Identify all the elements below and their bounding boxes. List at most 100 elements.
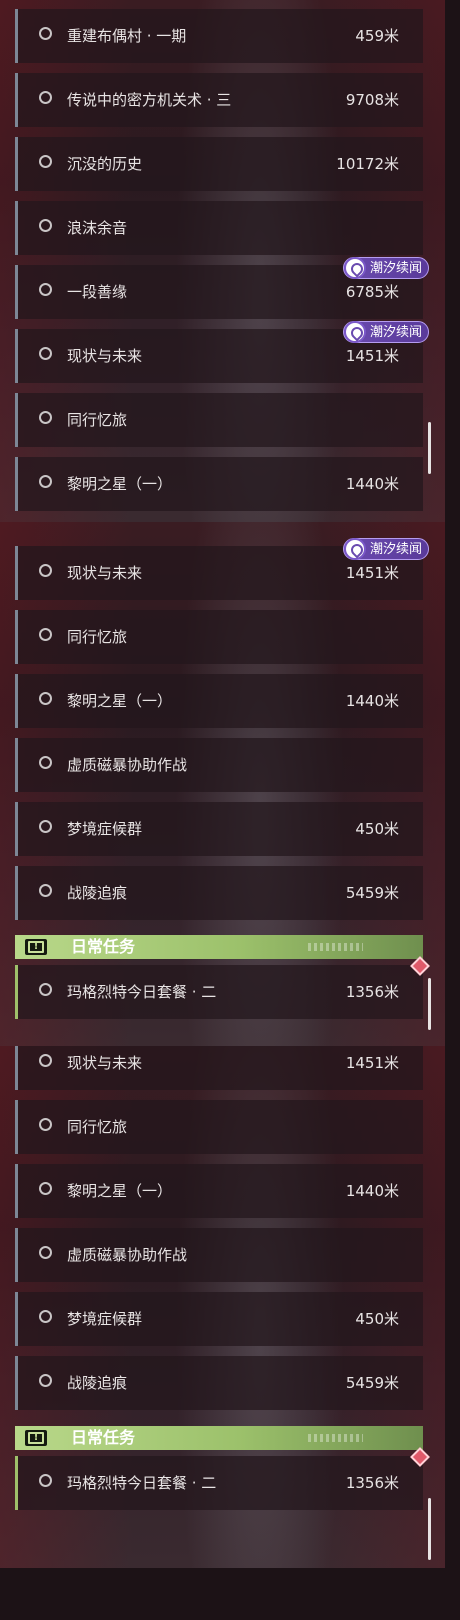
quest-row[interactable]: 黎明之星（一） 1440米 (15, 1164, 423, 1218)
quest-distance: 1440米 (345, 1182, 399, 1200)
quest-name: 现状与未来 (67, 564, 143, 582)
radio-circle-icon[interactable] (39, 283, 52, 296)
quest-name: 现状与未来 (67, 347, 143, 365)
radio-circle-icon[interactable] (39, 347, 52, 360)
badge-label: 潮汐续闻 (369, 261, 422, 276)
quest-distance: 9708米 (345, 91, 399, 109)
header-decoration (308, 943, 363, 951)
quest-name: 黎明之星（一） (67, 475, 173, 493)
quest-row[interactable]: 虚质磁暴协助作战 (15, 1228, 423, 1282)
radio-circle-icon[interactable] (39, 1054, 52, 1067)
radio-circle-icon[interactable] (39, 1246, 52, 1259)
quest-distance: 1440米 (345, 475, 399, 493)
quest-row[interactable]: 同行忆旅 (15, 1100, 423, 1154)
quest-row[interactable]: 现状与未来 1451米 (15, 1046, 423, 1090)
badge-label: 潮汐续闻 (369, 325, 422, 340)
quest-row[interactable]: 梦境症候群 450米 (15, 1292, 423, 1346)
radio-circle-icon[interactable] (39, 155, 52, 168)
quest-distance: 450米 (355, 1310, 399, 1328)
header-decoration (308, 1434, 363, 1442)
daily-quest-title: 日常任务 (71, 937, 136, 956)
quest-distance: 1451米 (345, 1054, 399, 1072)
tidal-feather-icon (343, 321, 366, 343)
radio-circle-icon[interactable] (39, 756, 52, 769)
daily-quest-header[interactable]: 日常任务 (15, 935, 423, 959)
quest-row[interactable]: 黎明之星（一） 1440米 (15, 457, 423, 511)
quest-distance: 1356米 (345, 1474, 399, 1492)
quest-name: 黎明之星（一） (67, 692, 173, 710)
quest-row[interactable]: 现状与未来 1451米 潮汐续闻 (15, 538, 429, 600)
scrollbar[interactable] (428, 1498, 431, 1560)
quest-name: 玛格烈特今日套餐 · 二 (67, 1474, 217, 1492)
radio-circle-icon[interactable] (39, 820, 52, 833)
quest-name: 同行忆旅 (67, 411, 128, 429)
quest-row[interactable]: 战陵追痕 5459米 (15, 1356, 423, 1410)
quest-name: 玛格烈特今日套餐 · 二 (67, 983, 217, 1001)
radio-circle-icon[interactable] (39, 91, 52, 104)
quest-name: 黎明之星（一） (67, 1182, 173, 1200)
radio-circle-icon[interactable] (39, 564, 52, 577)
quest-row[interactable]: 同行忆旅 (15, 393, 423, 447)
daily-quest-row[interactable]: 玛格烈特今日套餐 · 二 1356米 (15, 956, 430, 1019)
quest-row[interactable]: 沉没的历史 10172米 (15, 137, 423, 191)
quest-row[interactable]: 现状与未来 1451米 潮汐续闻 (15, 321, 429, 383)
radio-circle-icon[interactable] (39, 1182, 52, 1195)
diamond-marker-icon (410, 1447, 430, 1467)
radio-circle-icon[interactable] (39, 1374, 52, 1387)
radio-circle-icon[interactable] (39, 1474, 52, 1487)
radio-circle-icon[interactable] (39, 219, 52, 232)
quest-name: 虚质磁暴协助作战 (67, 756, 188, 774)
quest-row[interactable]: 黎明之星（一） 1440米 (15, 674, 423, 728)
radio-circle-icon[interactable] (39, 628, 52, 641)
quest-row[interactable]: 一段善缘 6785米 潮汐续闻 (15, 257, 429, 319)
quest-name: 浪沫余音 (67, 219, 128, 237)
quest-distance: 5459米 (345, 1374, 399, 1392)
diamond-marker-icon (410, 956, 430, 976)
quest-row[interactable]: 浪沫余音 (15, 201, 423, 255)
quest-distance: 10172米 (336, 155, 399, 173)
scrollbar[interactable] (428, 422, 431, 474)
quest-row[interactable]: 重建布偶村 · 一期 459米 (15, 9, 423, 63)
scrollbar[interactable] (428, 978, 431, 1030)
quest-list-panel-3: 现状与未来 1451米 同行忆旅 黎明之星（一） 1440米 虚质磁暴协助作战 … (0, 1046, 445, 1568)
daily-quest-header[interactable]: 日常任务 (15, 1426, 423, 1450)
quest-distance: 1440米 (345, 692, 399, 710)
quest-row[interactable]: 战陵追痕 5459米 (15, 866, 423, 920)
quest-name: 同行忆旅 (67, 1118, 128, 1136)
quest-name: 一段善缘 (67, 283, 128, 301)
quest-name: 梦境症候群 (67, 1310, 143, 1328)
quest-row[interactable]: 梦境症候群 450米 (15, 802, 423, 856)
radio-circle-icon[interactable] (39, 692, 52, 705)
daily-quest-title: 日常任务 (71, 1428, 136, 1447)
radio-circle-icon[interactable] (39, 884, 52, 897)
quest-distance: 5459米 (345, 884, 399, 902)
radio-circle-icon[interactable] (39, 983, 52, 996)
quest-list-panel-1: 重建布偶村 · 一期 459米 传说中的密方机关术 · 三 9708米 沉没的历… (0, 0, 445, 522)
quest-name: 现状与未来 (67, 1054, 143, 1072)
quest-row[interactable]: 传说中的密方机关术 · 三 9708米 (15, 73, 423, 127)
quest-name: 传说中的密方机关术 · 三 (67, 91, 232, 109)
radio-circle-icon[interactable] (39, 411, 52, 424)
quest-distance: 450米 (355, 820, 399, 838)
quest-distance: 459米 (355, 27, 399, 45)
quest-name: 梦境症候群 (67, 820, 143, 838)
tidal-badge: 潮汐续闻 (342, 257, 429, 279)
radio-circle-icon[interactable] (39, 475, 52, 488)
quest-name: 沉没的历史 (67, 155, 143, 173)
quest-distance: 1356米 (345, 983, 399, 1001)
quest-name: 虚质磁暴协助作战 (67, 1246, 188, 1264)
exclamation-box-icon (25, 1430, 47, 1446)
daily-quest-row[interactable]: 玛格烈特今日套餐 · 二 1356米 (15, 1447, 430, 1510)
quest-name: 重建布偶村 · 一期 (67, 27, 187, 45)
exclamation-box-icon (25, 939, 47, 955)
radio-circle-icon[interactable] (39, 1310, 52, 1323)
quest-name: 同行忆旅 (67, 628, 128, 646)
radio-circle-icon[interactable] (39, 1118, 52, 1131)
tidal-badge: 潮汐续闻 (342, 538, 429, 560)
tidal-badge: 潮汐续闻 (342, 321, 429, 343)
badge-label: 潮汐续闻 (369, 542, 422, 557)
tidal-feather-icon (343, 538, 366, 560)
radio-circle-icon[interactable] (39, 27, 52, 40)
quest-row[interactable]: 虚质磁暴协助作战 (15, 738, 423, 792)
quest-row[interactable]: 同行忆旅 (15, 610, 423, 664)
